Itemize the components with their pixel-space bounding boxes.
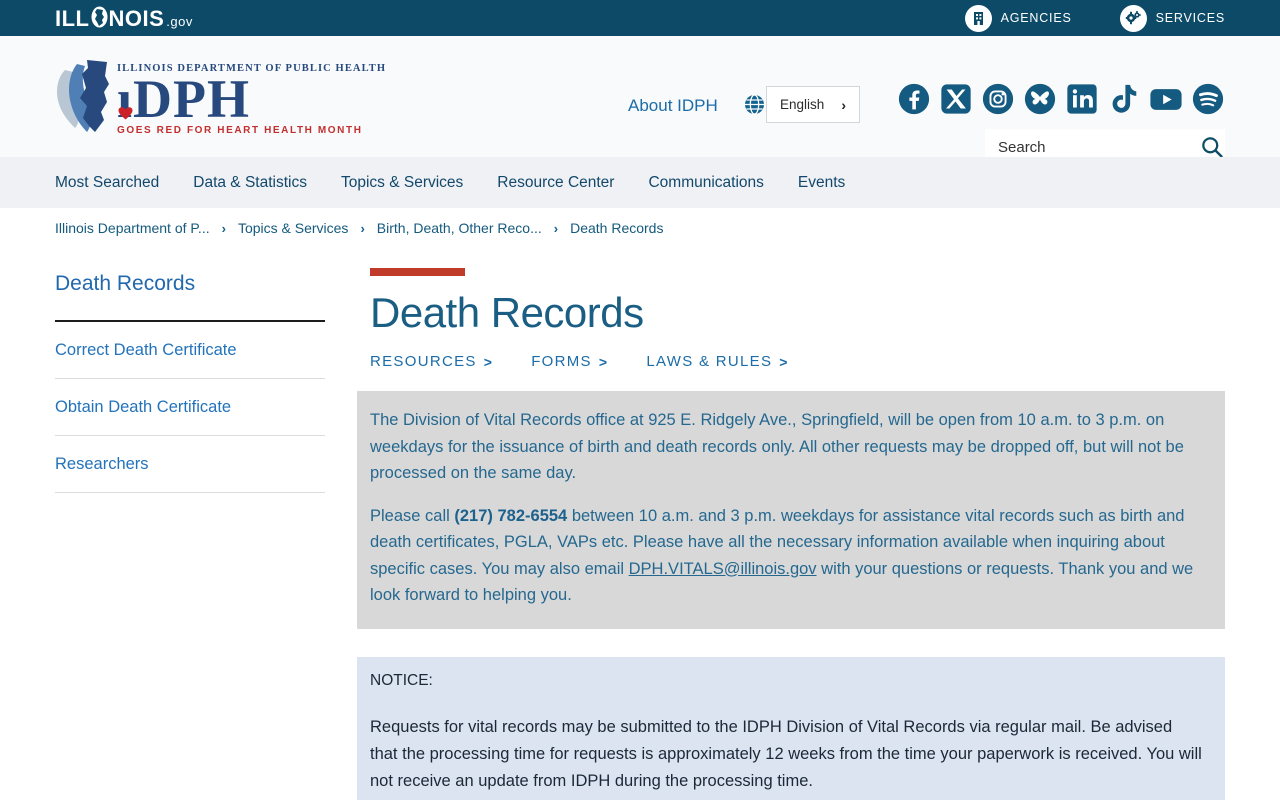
main-content: Death Records RESOURCES > FORMS > LAWS &… [357,268,1225,800]
youtube-icon[interactable] [1149,82,1183,116]
notice-body: Requests for vital records may be submit… [370,717,1202,790]
nav-item-resource-center[interactable]: Resource Center [497,174,614,192]
chevron-right-icon: › [553,220,559,236]
chevron-right-icon: › [221,220,226,236]
language-selected: English [780,97,825,112]
linkedin-icon[interactable] [1065,82,1099,116]
red-accent-bar [370,268,465,276]
vital-records-info-box: The Division of Vital Records office at … [357,391,1225,629]
phone-number: (217) 782-6554 [454,506,568,525]
tiktok-icon[interactable] [1107,82,1141,116]
gov-logo-letters: NOIS [108,6,165,31]
red-heart-icon [118,77,133,127]
breadcrumb-home[interactable]: Illinois Department of P... [55,220,210,236]
nav-item-events[interactable]: Events [798,174,845,192]
gov-logo-prefix: ILL [55,6,90,31]
laws-rules-link[interactable]: LAWS & RULES > [646,353,788,370]
agencies-link[interactable]: AGENCIES [964,4,1072,32]
chevron-right-icon: › [360,220,365,236]
services-gears-icon [1119,4,1147,32]
site-header: ILLINOIS DEPARTMENT OF PUBLIC HEALTH ıDP… [0,36,1280,167]
sidebar-item-researchers[interactable]: Researchers [55,436,325,493]
gov-topbar: ILL NOIS .gov AGENCIES SERVICES [0,0,1280,36]
globe-icon [744,94,765,120]
quick-links: RESOURCES > FORMS > LAWS & RULES > [370,353,1225,370]
resources-link[interactable]: RESOURCES > [370,353,493,370]
language-selector[interactable]: English › [766,86,860,123]
sidebar-item-death-records[interactable]: Death Records [55,272,325,322]
services-label: SERVICES [1155,11,1225,25]
sidebar: Death Records Correct Death Certificate … [55,272,325,493]
page: ILL NOIS .gov AGENCIES SERVICES ILLINOIS… [0,0,1280,800]
sidebar-item-obtain-death-certificate[interactable]: Obtain Death Certificate [55,379,325,436]
illinois-state-icon [91,6,108,34]
agencies-label: AGENCIES [1000,11,1072,25]
gov-logo-domain: .gov [166,14,193,29]
search-input[interactable] [998,138,1197,156]
social-links [897,82,1225,116]
agencies-building-icon [964,4,992,32]
forms-link[interactable]: FORMS > [531,353,608,370]
services-link[interactable]: SERVICES [1119,4,1225,32]
vitals-email-link[interactable]: DPH.VITALS@illinois.gov [629,560,817,578]
nav-item-communications[interactable]: Communications [648,174,763,192]
idph-logo[interactable]: ILLINOIS DEPARTMENT OF PUBLIC HEALTH ıDP… [55,58,386,141]
spotify-icon[interactable] [1191,82,1225,116]
sidebar-item-correct-death-certificate[interactable]: Correct Death Certificate [55,322,325,379]
nav-item-data-statistics[interactable]: Data & Statistics [193,174,307,192]
instagram-icon[interactable] [981,82,1015,116]
idph-acronym: ıDPH [117,69,251,129]
chevron-right-icon: › [841,96,846,113]
about-idph-link[interactable]: About IDPH [628,96,718,116]
page-title: Death Records [370,289,644,336]
bluesky-icon[interactable] [1023,82,1057,116]
x-twitter-icon[interactable] [939,82,973,116]
main-nav: Most Searched Data & Statistics Topics &… [0,157,1280,208]
info-paragraph-1: The Division of Vital Records office at … [370,411,1184,482]
breadcrumb-topics-services[interactable]: Topics & Services [238,220,348,236]
nav-item-most-searched[interactable]: Most Searched [55,174,159,192]
chevron-right-icon: > [598,353,609,370]
breadcrumb: Illinois Department of P... › Topics & S… [55,208,1225,248]
notice-box: NOTICE: Requests for vital records may b… [357,656,1225,800]
chevron-right-icon: > [779,353,789,370]
breadcrumb-birth-death-records[interactable]: Birth, Death, Other Reco... [377,220,542,236]
nav-item-topics-services[interactable]: Topics & Services [341,174,463,192]
idph-state-graphic-icon [55,58,111,141]
info-paragraph-2: Please call (217) 782-6554 between 10 a.… [370,506,1194,605]
breadcrumb-death-records[interactable]: Death Records [570,220,663,236]
facebook-icon[interactable] [897,82,931,116]
chevron-right-icon: > [483,353,494,370]
notice-heading: NOTICE: [370,671,433,689]
illinois-gov-logo[interactable]: ILL NOIS .gov [55,4,193,32]
